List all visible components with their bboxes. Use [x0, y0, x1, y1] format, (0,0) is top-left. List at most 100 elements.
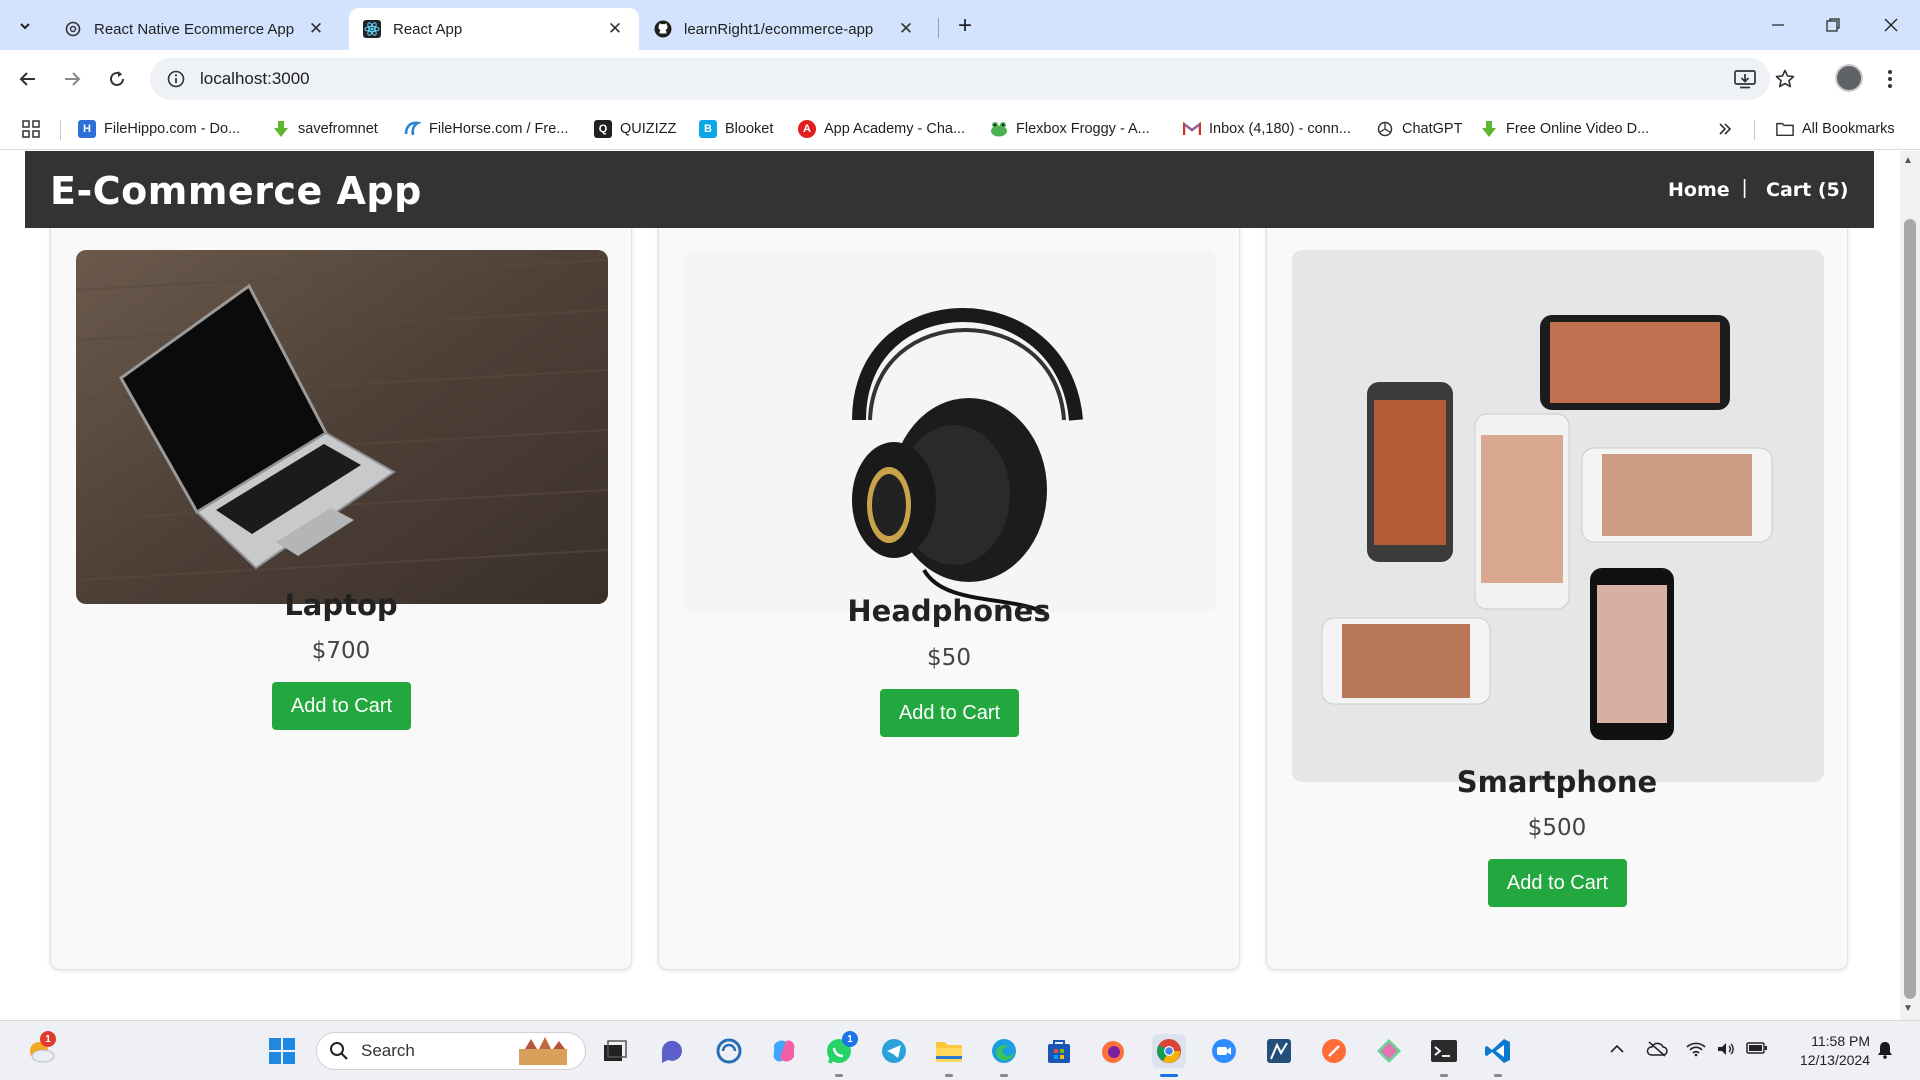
bookmark-blooket[interactable]: B Blooket	[699, 117, 773, 141]
tab-react-native-ecommerce[interactable]: React Native Ecommerce App ✕	[50, 8, 340, 50]
bookmark-savefromnet[interactable]: savefromnet	[272, 117, 378, 141]
copilot-icon[interactable]	[767, 1034, 801, 1068]
github-icon	[654, 20, 672, 38]
onedrive-offline-icon[interactable]	[1646, 1041, 1668, 1060]
bookmark-app-academy[interactable]: A App Academy - Cha...	[798, 117, 965, 141]
search-label: Search	[361, 1041, 415, 1060]
bookmark-label: QUIZIZZ	[620, 121, 677, 137]
telegram-icon[interactable]	[877, 1034, 911, 1068]
bookmark-label: App Academy - Cha...	[824, 121, 966, 137]
close-icon[interactable]: ✕	[896, 19, 916, 39]
close-icon[interactable]: ✕	[306, 19, 326, 39]
bookmark-quizizz[interactable]: Q QUIZIZZ	[594, 117, 676, 141]
microsoft-store-icon[interactable]	[1042, 1034, 1076, 1068]
battery-icon[interactable]	[1746, 1041, 1768, 1058]
product-name: Laptop	[284, 588, 398, 622]
firefox-icon[interactable]	[1096, 1034, 1130, 1068]
blooket-icon: B	[699, 120, 717, 138]
more-bookmarks-chevron-icon[interactable]	[1718, 117, 1732, 141]
search-highlight-illustration-icon	[519, 1037, 567, 1065]
quizizz-icon: Q	[594, 120, 612, 138]
vscode-icon[interactable]	[1481, 1034, 1515, 1068]
forward-button[interactable]	[56, 63, 88, 95]
app-academy-icon: A	[798, 120, 816, 138]
scroll-up-arrow-icon[interactable]: ▲	[1903, 155, 1913, 166]
scrollbar-thumb[interactable]	[1904, 219, 1916, 999]
nav-cart-link[interactable]: Cart (5)	[1766, 179, 1848, 201]
product-image-laptop	[76, 250, 608, 604]
windows-start-icon[interactable]	[265, 1034, 299, 1068]
notification-bell-icon[interactable]	[1877, 1041, 1893, 1062]
mysql-workbench-icon[interactable]	[1262, 1034, 1296, 1068]
bookmark-star-icon[interactable]	[1768, 62, 1802, 96]
bookmark-label: Inbox (4,180) - conn...	[1209, 121, 1351, 137]
tab-search-button[interactable]	[10, 11, 40, 41]
add-to-cart-button[interactable]: Add to Cart	[1488, 859, 1627, 907]
bookmark-label: Blooket	[725, 121, 774, 137]
back-button[interactable]	[12, 63, 44, 95]
product-card-laptop: Laptop $700 Add to Cart	[50, 191, 632, 970]
reload-icon	[110, 71, 124, 86]
terminal-icon[interactable]	[1427, 1034, 1461, 1068]
running-indicator	[945, 1074, 953, 1077]
clock-time: 11:58 PM	[1811, 1033, 1870, 1049]
tab-react-app[interactable]: React App ✕	[349, 8, 639, 50]
site-info-icon[interactable]	[156, 70, 196, 88]
react-icon	[363, 20, 381, 38]
volume-icon[interactable]	[1716, 1041, 1736, 1060]
all-bookmarks-folder[interactable]: All Bookmarks	[1776, 117, 1895, 141]
taskbar-clock[interactable]: 11:58 PM 12/13/2024	[1785, 1032, 1870, 1070]
restore-icon[interactable]	[1813, 8, 1853, 42]
tray-overflow-chevron-icon[interactable]	[1610, 1041, 1624, 1057]
page-scrollbar[interactable]: ▲ ▼	[1900, 151, 1920, 1020]
postman-icon[interactable]	[1317, 1034, 1351, 1068]
zoom-icon[interactable]	[1207, 1034, 1241, 1068]
gitkraken-icon[interactable]	[1372, 1034, 1406, 1068]
address-bar[interactable]: localhost:3000	[150, 58, 1770, 100]
edge-browser-icon[interactable]	[987, 1034, 1021, 1068]
scroll-down-arrow-icon[interactable]: ▼	[1903, 1003, 1913, 1014]
file-explorer-icon[interactable]	[932, 1034, 966, 1068]
tab-separator	[938, 18, 939, 38]
running-indicator	[1494, 1074, 1502, 1077]
all-bookmarks-label: All Bookmarks	[1802, 121, 1895, 137]
bookmark-chatgpt[interactable]: ChatGPT	[1376, 117, 1462, 141]
product-price: $700	[311, 638, 371, 664]
copilot-chat-icon[interactable]	[655, 1034, 689, 1068]
weather-notification-badge: 1	[40, 1031, 56, 1047]
install-app-icon[interactable]	[1728, 62, 1762, 96]
product-card-headphones: Headphones $50 Add to Cart	[658, 191, 1240, 970]
app-header: E-Commerce App Home | Cart (5)	[25, 151, 1874, 228]
product-name: Headphones	[847, 594, 1051, 628]
wifi-icon[interactable]	[1686, 1041, 1706, 1060]
bookmark-flexbox-froggy[interactable]: Flexbox Froggy - A...	[990, 117, 1150, 141]
tab-github-ecommerce-app[interactable]: learnRight1/ecommerce-app ✕	[640, 8, 930, 50]
taskbar-search-box[interactable]: Search	[316, 1032, 586, 1070]
bookmark-free-video-downloader[interactable]: Free Online Video D...	[1480, 117, 1649, 141]
reload-button[interactable]	[101, 63, 133, 95]
settings-sync-icon[interactable]	[712, 1034, 746, 1068]
apps-grid-icon[interactable]	[22, 120, 40, 138]
running-indicator	[1440, 1074, 1448, 1077]
bookmark-filehippo[interactable]: H FileHippo.com - Do...	[78, 117, 240, 141]
chrome-icon[interactable]	[1152, 1034, 1186, 1068]
profile-avatar[interactable]	[1835, 64, 1863, 92]
active-indicator	[1160, 1074, 1178, 1077]
back-arrow-icon	[19, 72, 35, 86]
bookmark-gmail-inbox[interactable]: Inbox (4,180) - conn...	[1183, 117, 1351, 141]
new-tab-button[interactable]: +	[950, 11, 980, 41]
whatsapp-notification-badge: 1	[842, 1031, 858, 1047]
chatgpt-icon	[1376, 120, 1394, 138]
filehorse-icon	[403, 120, 421, 138]
close-icon[interactable]: ✕	[605, 19, 625, 39]
bookmark-filehorse[interactable]: FileHorse.com / Fre...	[403, 117, 568, 141]
add-to-cart-button[interactable]: Add to Cart	[880, 689, 1019, 737]
minimize-icon[interactable]	[1758, 8, 1798, 42]
url-text[interactable]: localhost:3000	[200, 69, 310, 89]
task-view-icon[interactable]	[598, 1034, 632, 1068]
bookmark-label: FileHorse.com / Fre...	[429, 121, 569, 137]
nav-home-link[interactable]: Home	[1668, 179, 1730, 201]
kebab-menu-icon[interactable]	[1880, 64, 1900, 94]
add-to-cart-button[interactable]: Add to Cart	[272, 682, 411, 730]
window-close-icon[interactable]	[1871, 8, 1911, 42]
